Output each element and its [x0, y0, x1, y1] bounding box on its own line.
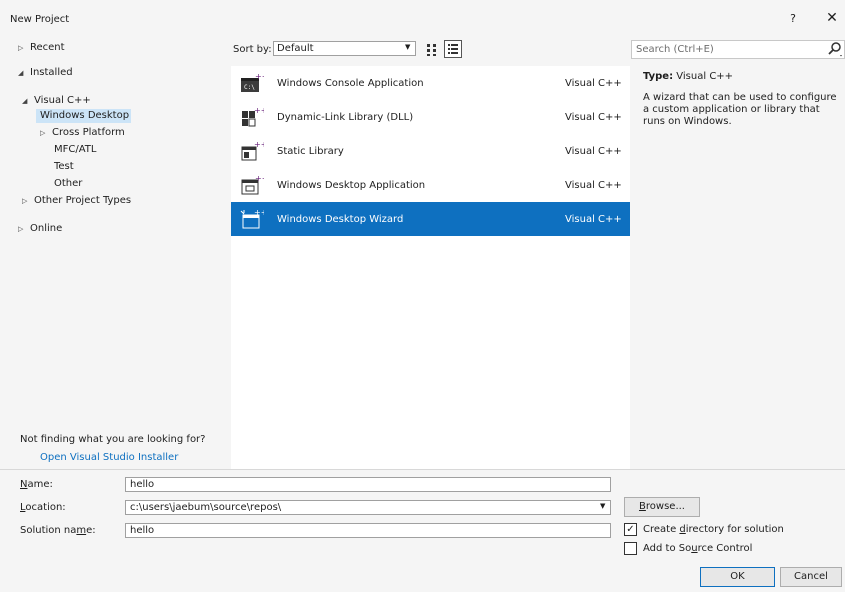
dropdown-arrow-icon: ▼	[600, 502, 606, 510]
tree-item-other-project-types[interactable]: ▷ Other Project Types	[22, 194, 131, 208]
static-library-icon: ++	[241, 141, 264, 161]
template-list: C:\ ++ Windows Console Application Visua…	[231, 66, 630, 469]
svg-text:++: ++	[255, 175, 264, 183]
location-label: Location:	[20, 502, 66, 513]
grid-view-button[interactable]	[424, 41, 440, 57]
sort-by-label: Sort by:	[233, 44, 272, 55]
list-view-button[interactable]	[444, 40, 462, 58]
svg-text:++: ++	[255, 73, 264, 81]
type-line: Type: Visual C++	[643, 71, 733, 82]
tree-item-visual-cpp[interactable]: ◢ Visual C++	[22, 94, 91, 108]
close-button[interactable]: ✕	[824, 10, 840, 28]
tree-item-windows-desktop[interactable]: Windows Desktop	[36, 109, 132, 123]
not-finding-text: Not finding what you are looking for?	[20, 434, 206, 445]
help-button[interactable]: ?	[786, 12, 800, 28]
tree-item-installed[interactable]: ◢ Installed	[18, 66, 73, 80]
template-row-dll[interactable]: ++ Dynamic-Link Library (DLL) Visual C++	[231, 100, 630, 134]
template-row-desktop-wizard[interactable]: ++ Windows Desktop Wizard Visual C++	[231, 202, 630, 236]
ok-button[interactable]: OK	[700, 567, 775, 587]
template-description: A wizard that can be used to configure a…	[643, 92, 837, 127]
name-value: hello	[130, 479, 155, 490]
location-value: c:\users\jaebum\source\repos\	[130, 502, 282, 513]
tree-item-other[interactable]: Other	[54, 177, 82, 191]
open-installer-link[interactable]: Open Visual Studio Installer	[40, 452, 178, 463]
chevron-right-icon: ▷	[40, 129, 46, 137]
bottom-separator	[0, 469, 845, 470]
name-label: Name:	[20, 479, 53, 490]
grid-view-icon	[427, 44, 436, 56]
title-bar	[0, 0, 845, 34]
sort-by-value: Default	[277, 43, 314, 54]
type-label: Type:	[643, 71, 674, 82]
dll-icon: ++	[242, 107, 264, 127]
list-view-icon	[448, 44, 458, 54]
create-directory-checkbox[interactable]: ✓	[624, 523, 637, 536]
cancel-button[interactable]: Cancel	[780, 567, 842, 587]
chevron-right-icon: ▷	[22, 197, 28, 205]
dropdown-arrow-icon: ▼	[405, 43, 411, 51]
tree-item-mfc-atl[interactable]: MFC/ATL	[54, 143, 96, 157]
tree-item-online[interactable]: ▷ Online	[18, 222, 62, 236]
tree-item-recent[interactable]: ▷ Recent	[18, 41, 65, 55]
tree-item-cross-platform[interactable]: ▷ Cross Platform	[40, 126, 125, 140]
create-directory-label: Create directory for solution	[643, 524, 784, 535]
svg-text:++: ++	[254, 209, 264, 217]
tree-item-test[interactable]: Test	[54, 160, 74, 174]
template-row-static-library[interactable]: ++ Static Library Visual C++	[231, 134, 630, 168]
source-control-checkbox[interactable]	[624, 542, 637, 555]
svg-text:++: ++	[254, 107, 264, 115]
solution-name-label: Solution name:	[20, 525, 96, 536]
template-row-console-app[interactable]: C:\ ++ Windows Console Application Visua…	[231, 66, 630, 100]
template-row-desktop-app[interactable]: ++ Windows Desktop Application Visual C+…	[231, 168, 630, 202]
svg-text:++: ++	[254, 141, 264, 149]
chevron-right-icon: ▷	[18, 44, 24, 52]
search-placeholder: Search (Ctrl+E)	[636, 44, 714, 55]
desktop-app-icon: ++	[241, 175, 264, 195]
triangle-down-icon: ◢	[18, 69, 24, 77]
source-control-label: Add to Source Control	[643, 543, 753, 554]
search-icon[interactable]	[827, 41, 843, 57]
window-title: New Project	[10, 14, 70, 25]
browse-button[interactable]: Browse...	[624, 497, 700, 517]
name-input[interactable]	[125, 477, 611, 492]
chevron-right-icon: ▷	[18, 225, 24, 233]
solution-name-input[interactable]	[125, 523, 611, 538]
solution-name-value: hello	[130, 525, 155, 536]
triangle-down-icon: ◢	[22, 97, 28, 105]
type-value: Visual C++	[676, 71, 734, 82]
svg-text:C:\: C:\	[244, 84, 255, 91]
console-app-icon: C:\ ++	[241, 73, 264, 92]
desktop-wizard-icon: ++	[240, 209, 264, 229]
